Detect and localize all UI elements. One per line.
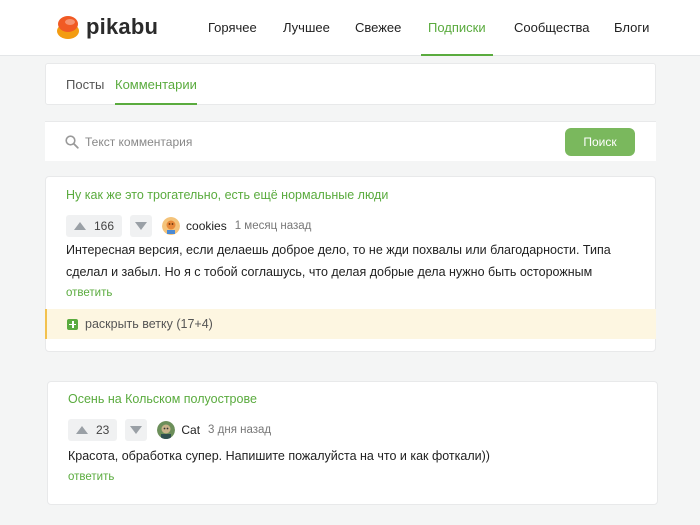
tab-posts[interactable]: Посты [66, 64, 104, 105]
search-button[interactable]: Поиск [565, 128, 635, 156]
comment-time: 3 дня назад [208, 424, 272, 436]
comment-text-line: Красота, обработка супер. Напишите пожал… [68, 449, 490, 463]
upvote-button[interactable]: 23 [68, 419, 118, 441]
avatar[interactable] [157, 421, 176, 439]
comment-card: Ну как же это трогательно, есть ещё норм… [45, 176, 656, 352]
expand-thread-button[interactable]: раскрыть ветку (17+4) [45, 309, 656, 339]
nav-best[interactable]: Лучшее [283, 0, 330, 56]
comment-rating: 23 [96, 423, 110, 437]
expand-thread-label: раскрыть ветку (17+4) [85, 317, 213, 331]
downvote-button[interactable] [130, 215, 153, 237]
nav-communities[interactable]: Сообщества [514, 0, 590, 56]
tab-comments[interactable]: Комментарии [115, 64, 197, 105]
comment-card: Осень на Кольском полуострове 23 Cat 3 д… [47, 381, 658, 505]
reply-link[interactable]: ответить [66, 287, 112, 299]
comment-text: Красота, обработка супер. Напишите пожал… [68, 445, 628, 467]
comment-text: Интересная версия, если делаешь доброе д… [66, 239, 626, 283]
story-title-link[interactable]: Ну как же это трогательно, есть ещё норм… [66, 188, 388, 202]
main-nav: Горячее Лучшее Свежее Подписки Сообществ… [0, 0, 700, 56]
comment-text-line: Интересная версия, если делаешь доброе д… [66, 243, 611, 257]
arrow-up-icon [74, 222, 86, 230]
upvote-button[interactable]: 166 [66, 215, 123, 237]
downvote-button[interactable] [125, 419, 148, 441]
search-input[interactable] [85, 131, 555, 153]
content-tabs: Посты Комментарии [45, 63, 656, 105]
arrow-up-icon [76, 426, 88, 434]
story-title-link[interactable]: Осень на Кольском полуострове [68, 392, 257, 406]
comment-search-bar: Поиск [45, 121, 656, 161]
username[interactable]: Cat [181, 423, 200, 437]
nav-subscriptions[interactable]: Подписки [421, 0, 493, 56]
search-icon [65, 135, 79, 149]
comment-time: 1 месяц назад [234, 220, 312, 232]
reply-link[interactable]: ответить [68, 471, 114, 483]
nav-fresh[interactable]: Свежее [355, 0, 401, 56]
avatar[interactable] [162, 217, 181, 235]
comment-meta: 166 cookies 1 месяц назад [66, 215, 311, 237]
arrow-down-icon [135, 222, 148, 230]
username[interactable]: cookies [186, 219, 227, 233]
comment-meta: 23 Cat 3 дня назад [68, 419, 271, 441]
comment-rating: 166 [94, 219, 115, 233]
comment-text-line: сделал и забыл. Но я с тобой соглашусь, … [66, 265, 593, 279]
arrow-down-icon [130, 426, 143, 434]
plus-icon [67, 318, 78, 330]
nav-blogs[interactable]: Блоги [614, 0, 649, 56]
top-header: pikabu Горячее Лучшее Свежее Подписки Со… [0, 0, 700, 56]
nav-hot[interactable]: Горячее [208, 0, 257, 56]
